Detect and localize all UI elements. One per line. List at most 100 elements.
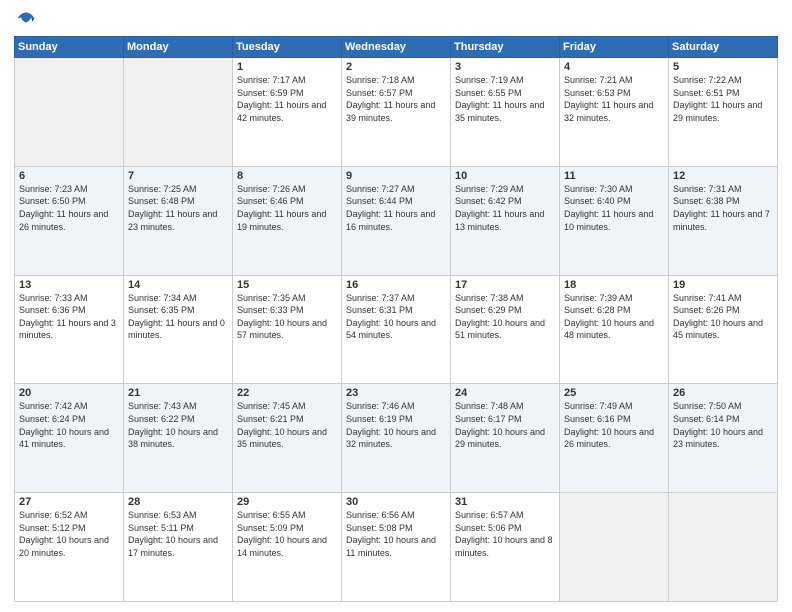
day-number: 11 [564, 170, 664, 182]
calendar-cell: 26Sunrise: 7:50 AM Sunset: 6:14 PM Dayli… [669, 384, 778, 493]
weekday-header-tuesday: Tuesday [233, 37, 342, 58]
day-detail: Sunrise: 7:43 AM Sunset: 6:22 PM Dayligh… [128, 400, 228, 450]
day-detail: Sunrise: 7:31 AM Sunset: 6:38 PM Dayligh… [673, 183, 773, 233]
calendar-cell: 23Sunrise: 7:46 AM Sunset: 6:19 PM Dayli… [342, 384, 451, 493]
day-detail: Sunrise: 6:52 AM Sunset: 5:12 PM Dayligh… [19, 509, 119, 559]
calendar-cell: 7Sunrise: 7:25 AM Sunset: 6:48 PM Daylig… [124, 166, 233, 275]
day-detail: Sunrise: 7:48 AM Sunset: 6:17 PM Dayligh… [455, 400, 555, 450]
day-detail: Sunrise: 7:29 AM Sunset: 6:42 PM Dayligh… [455, 183, 555, 233]
day-number: 5 [673, 61, 773, 73]
calendar-cell: 21Sunrise: 7:43 AM Sunset: 6:22 PM Dayli… [124, 384, 233, 493]
calendar-cell [124, 58, 233, 167]
day-detail: Sunrise: 7:45 AM Sunset: 6:21 PM Dayligh… [237, 400, 337, 450]
page: SundayMondayTuesdayWednesdayThursdayFrid… [0, 0, 792, 612]
calendar-cell: 3Sunrise: 7:19 AM Sunset: 6:55 PM Daylig… [451, 58, 560, 167]
day-number: 24 [455, 387, 555, 399]
day-detail: Sunrise: 6:57 AM Sunset: 5:06 PM Dayligh… [455, 509, 555, 559]
day-number: 4 [564, 61, 664, 73]
calendar-cell: 14Sunrise: 7:34 AM Sunset: 6:35 PM Dayli… [124, 275, 233, 384]
day-detail: Sunrise: 7:50 AM Sunset: 6:14 PM Dayligh… [673, 400, 773, 450]
calendar-cell: 2Sunrise: 7:18 AM Sunset: 6:57 PM Daylig… [342, 58, 451, 167]
day-number: 28 [128, 496, 228, 508]
day-detail: Sunrise: 7:33 AM Sunset: 6:36 PM Dayligh… [19, 292, 119, 342]
calendar-cell: 16Sunrise: 7:37 AM Sunset: 6:31 PM Dayli… [342, 275, 451, 384]
calendar-cell: 13Sunrise: 7:33 AM Sunset: 6:36 PM Dayli… [15, 275, 124, 384]
calendar-week-0: 1Sunrise: 7:17 AM Sunset: 6:59 PM Daylig… [15, 58, 778, 167]
day-number: 29 [237, 496, 337, 508]
weekday-header-monday: Monday [124, 37, 233, 58]
calendar-cell: 31Sunrise: 6:57 AM Sunset: 5:06 PM Dayli… [451, 493, 560, 602]
weekday-header-friday: Friday [560, 37, 669, 58]
day-detail: Sunrise: 6:56 AM Sunset: 5:08 PM Dayligh… [346, 509, 446, 559]
calendar-cell: 1Sunrise: 7:17 AM Sunset: 6:59 PM Daylig… [233, 58, 342, 167]
day-number: 2 [346, 61, 446, 73]
weekday-header-row: SundayMondayTuesdayWednesdayThursdayFrid… [15, 37, 778, 58]
calendar-cell [15, 58, 124, 167]
day-detail: Sunrise: 7:23 AM Sunset: 6:50 PM Dayligh… [19, 183, 119, 233]
day-number: 10 [455, 170, 555, 182]
day-detail: Sunrise: 7:18 AM Sunset: 6:57 PM Dayligh… [346, 74, 446, 124]
logo-bird-icon [16, 10, 36, 30]
calendar-cell [560, 493, 669, 602]
day-number: 6 [19, 170, 119, 182]
day-detail: Sunrise: 7:26 AM Sunset: 6:46 PM Dayligh… [237, 183, 337, 233]
calendar-cell: 11Sunrise: 7:30 AM Sunset: 6:40 PM Dayli… [560, 166, 669, 275]
day-number: 9 [346, 170, 446, 182]
calendar-cell: 20Sunrise: 7:42 AM Sunset: 6:24 PM Dayli… [15, 384, 124, 493]
calendar-week-4: 27Sunrise: 6:52 AM Sunset: 5:12 PM Dayli… [15, 493, 778, 602]
calendar-week-3: 20Sunrise: 7:42 AM Sunset: 6:24 PM Dayli… [15, 384, 778, 493]
calendar-week-1: 6Sunrise: 7:23 AM Sunset: 6:50 PM Daylig… [15, 166, 778, 275]
day-number: 20 [19, 387, 119, 399]
day-detail: Sunrise: 7:19 AM Sunset: 6:55 PM Dayligh… [455, 74, 555, 124]
day-detail: Sunrise: 7:49 AM Sunset: 6:16 PM Dayligh… [564, 400, 664, 450]
calendar-cell: 12Sunrise: 7:31 AM Sunset: 6:38 PM Dayli… [669, 166, 778, 275]
day-number: 13 [19, 279, 119, 291]
day-detail: Sunrise: 7:17 AM Sunset: 6:59 PM Dayligh… [237, 74, 337, 124]
calendar-table: SundayMondayTuesdayWednesdayThursdayFrid… [14, 36, 778, 602]
day-detail: Sunrise: 7:38 AM Sunset: 6:29 PM Dayligh… [455, 292, 555, 342]
calendar-cell: 10Sunrise: 7:29 AM Sunset: 6:42 PM Dayli… [451, 166, 560, 275]
day-detail: Sunrise: 7:25 AM Sunset: 6:48 PM Dayligh… [128, 183, 228, 233]
day-number: 26 [673, 387, 773, 399]
day-number: 31 [455, 496, 555, 508]
day-number: 14 [128, 279, 228, 291]
day-detail: Sunrise: 6:55 AM Sunset: 5:09 PM Dayligh… [237, 509, 337, 559]
calendar-cell: 17Sunrise: 7:38 AM Sunset: 6:29 PM Dayli… [451, 275, 560, 384]
calendar-cell: 15Sunrise: 7:35 AM Sunset: 6:33 PM Dayli… [233, 275, 342, 384]
calendar-cell: 18Sunrise: 7:39 AM Sunset: 6:28 PM Dayli… [560, 275, 669, 384]
calendar-cell: 25Sunrise: 7:49 AM Sunset: 6:16 PM Dayli… [560, 384, 669, 493]
day-number: 17 [455, 279, 555, 291]
day-number: 18 [564, 279, 664, 291]
calendar-cell: 29Sunrise: 6:55 AM Sunset: 5:09 PM Dayli… [233, 493, 342, 602]
calendar-cell: 28Sunrise: 6:53 AM Sunset: 5:11 PM Dayli… [124, 493, 233, 602]
day-detail: Sunrise: 7:39 AM Sunset: 6:28 PM Dayligh… [564, 292, 664, 342]
day-number: 25 [564, 387, 664, 399]
calendar-week-2: 13Sunrise: 7:33 AM Sunset: 6:36 PM Dayli… [15, 275, 778, 384]
day-detail: Sunrise: 7:46 AM Sunset: 6:19 PM Dayligh… [346, 400, 446, 450]
day-number: 21 [128, 387, 228, 399]
calendar-cell: 24Sunrise: 7:48 AM Sunset: 6:17 PM Dayli… [451, 384, 560, 493]
day-detail: Sunrise: 7:30 AM Sunset: 6:40 PM Dayligh… [564, 183, 664, 233]
day-number: 1 [237, 61, 337, 73]
day-number: 16 [346, 279, 446, 291]
day-detail: Sunrise: 7:41 AM Sunset: 6:26 PM Dayligh… [673, 292, 773, 342]
calendar-cell: 9Sunrise: 7:27 AM Sunset: 6:44 PM Daylig… [342, 166, 451, 275]
day-detail: Sunrise: 7:35 AM Sunset: 6:33 PM Dayligh… [237, 292, 337, 342]
day-detail: Sunrise: 7:27 AM Sunset: 6:44 PM Dayligh… [346, 183, 446, 233]
day-detail: Sunrise: 7:21 AM Sunset: 6:53 PM Dayligh… [564, 74, 664, 124]
calendar-cell: 19Sunrise: 7:41 AM Sunset: 6:26 PM Dayli… [669, 275, 778, 384]
header [14, 10, 778, 30]
weekday-header-saturday: Saturday [669, 37, 778, 58]
day-number: 30 [346, 496, 446, 508]
day-number: 15 [237, 279, 337, 291]
calendar-cell: 30Sunrise: 6:56 AM Sunset: 5:08 PM Dayli… [342, 493, 451, 602]
calendar-cell: 6Sunrise: 7:23 AM Sunset: 6:50 PM Daylig… [15, 166, 124, 275]
weekday-header-sunday: Sunday [15, 37, 124, 58]
calendar-cell [669, 493, 778, 602]
logo [14, 10, 36, 30]
weekday-header-thursday: Thursday [451, 37, 560, 58]
day-number: 27 [19, 496, 119, 508]
calendar-cell: 27Sunrise: 6:52 AM Sunset: 5:12 PM Dayli… [15, 493, 124, 602]
day-detail: Sunrise: 7:42 AM Sunset: 6:24 PM Dayligh… [19, 400, 119, 450]
weekday-header-wednesday: Wednesday [342, 37, 451, 58]
